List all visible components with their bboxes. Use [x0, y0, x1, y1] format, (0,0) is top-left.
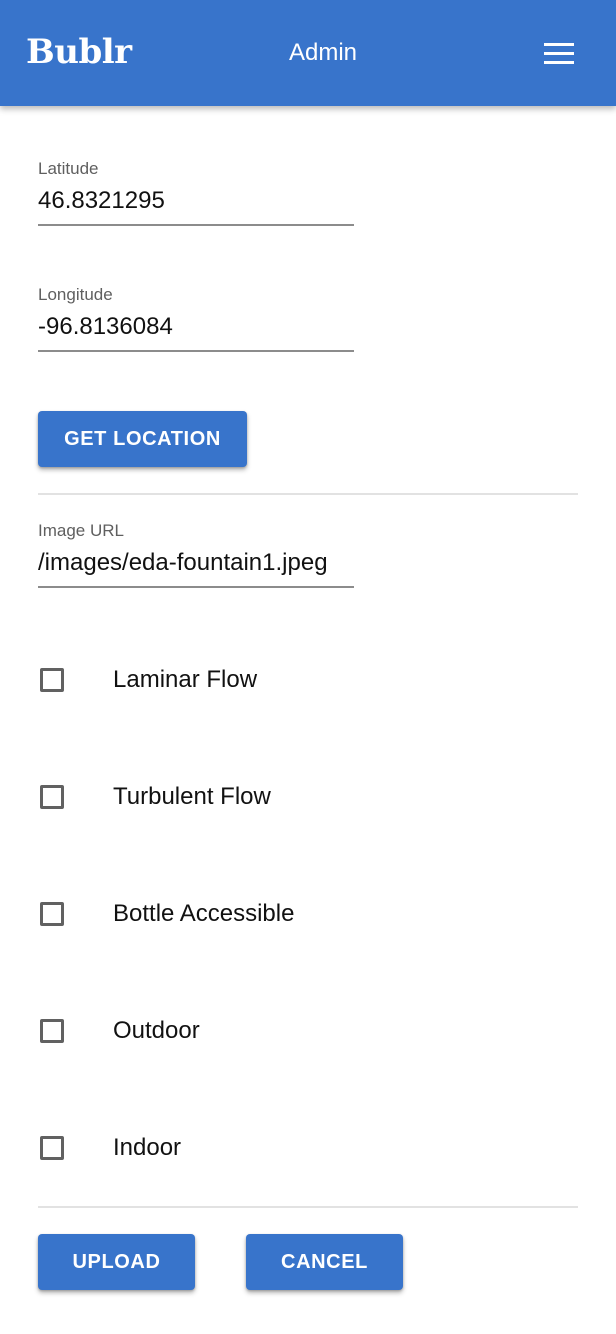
checkbox-label: Indoor: [113, 1134, 182, 1161]
page-title: Admin: [288, 39, 358, 66]
checkbox-laminar-flow[interactable]: Laminar Flow: [38, 662, 578, 702]
get-location-button[interactable]: Get Location: [38, 411, 247, 467]
image-url-input[interactable]: [38, 542, 354, 588]
app-root: Bublr Admin Latitude Longitude Get Locat…: [0, 0, 616, 1334]
checkbox-turbulent-flow[interactable]: Turbulent Flow: [38, 779, 578, 819]
longitude-input[interactable]: [38, 306, 354, 352]
cancel-button[interactable]: Cancel: [246, 1234, 403, 1290]
checkbox-box[interactable]: [40, 668, 64, 692]
checkbox-box[interactable]: [40, 1019, 64, 1043]
checkbox-bottle-accessible[interactable]: Bottle Accessible: [38, 896, 578, 936]
checkbox-label: Laminar Flow: [113, 666, 258, 693]
checkbox-label: Turbulent Flow: [113, 783, 271, 810]
checkbox-box[interactable]: [40, 1136, 64, 1160]
longitude-field: Longitude: [38, 284, 354, 352]
latitude-label: Latitude: [38, 159, 99, 178]
longitude-label: Longitude: [38, 285, 113, 304]
hamburger-menu-icon: [544, 43, 574, 64]
image-url-label: Image URL: [38, 521, 124, 540]
image-url-field: Image URL: [38, 520, 354, 588]
checkbox-box[interactable]: [40, 902, 64, 926]
latitude-field: Latitude: [38, 158, 354, 226]
menu-button[interactable]: [536, 34, 582, 74]
latitude-input[interactable]: [38, 180, 354, 226]
checkbox-label: Outdoor: [113, 1017, 200, 1044]
app-bar: Bublr Admin: [0, 0, 616, 106]
upload-button[interactable]: Upload: [38, 1234, 195, 1290]
checkbox-label: Bottle Accessible: [113, 900, 295, 927]
divider: [38, 493, 578, 495]
divider: [38, 1206, 578, 1208]
checkbox-indoor[interactable]: Indoor: [38, 1130, 578, 1170]
checkbox-box[interactable]: [40, 785, 64, 809]
checkbox-outdoor[interactable]: Outdoor: [38, 1013, 578, 1053]
